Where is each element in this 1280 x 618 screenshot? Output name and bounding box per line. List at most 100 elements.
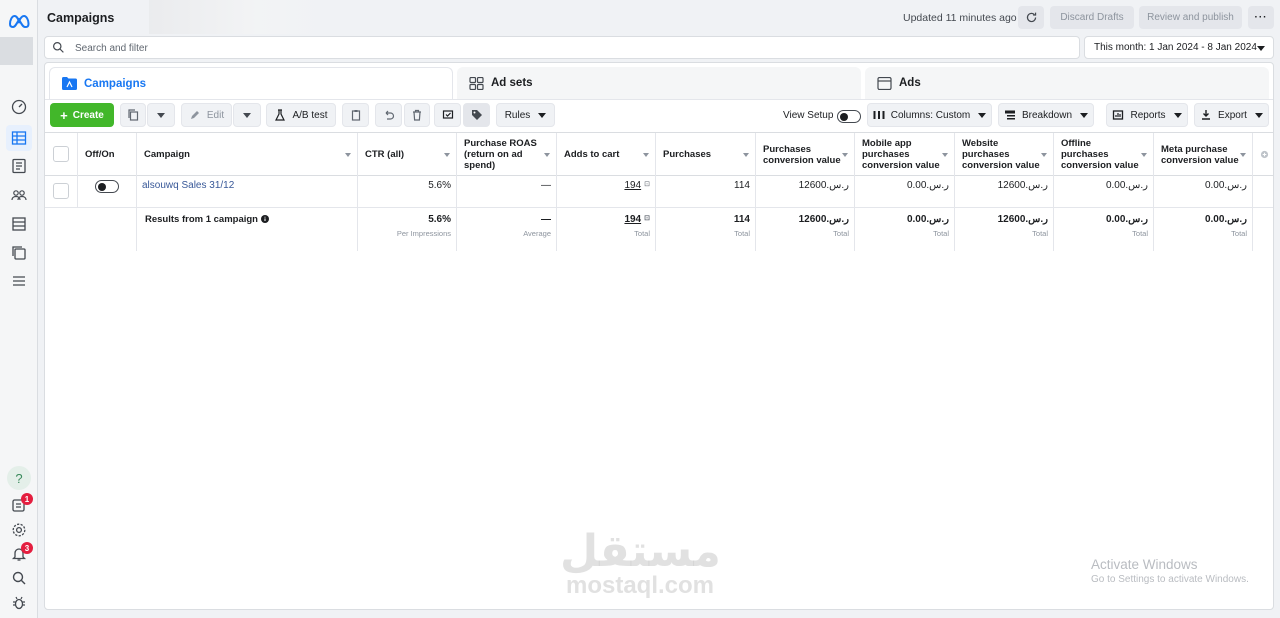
date-range-picker[interactable]: This month: 1 Jan 2024 - 8 Jan 2024 (1084, 36, 1274, 59)
tag-button[interactable] (463, 103, 490, 127)
plus-icon: + (60, 107, 68, 123)
duplicate-dropdown-button[interactable] (147, 103, 175, 127)
offline-conversion-value: ر.س.0.00 (1105, 180, 1148, 191)
chevron-down-icon (1254, 112, 1263, 118)
sort-chevron-icon[interactable] (544, 153, 550, 157)
media-library-icon[interactable] (9, 243, 29, 263)
mobile-conversion-value: ر.س.0.00 (906, 180, 949, 191)
summary-label: Results from 1 campaign (145, 214, 258, 225)
chevron-down-icon (1080, 112, 1089, 118)
attribution-info-icon[interactable]: ⊡ (644, 181, 650, 188)
search-filter-bar[interactable] (44, 36, 1080, 59)
col-offline-value[interactable]: Offline purchases conversion value (1054, 133, 1154, 176)
tab-ads[interactable]: Ads (865, 67, 1269, 99)
sort-chevron-icon[interactable] (643, 153, 649, 157)
purchases-value: 114 (734, 180, 750, 191)
sort-chevron-icon[interactable] (1141, 153, 1147, 157)
account-selector[interactable] (0, 37, 33, 65)
refresh-button[interactable] (1018, 6, 1044, 29)
toolbar: + Create Edit A/B test Rules View Setup … (45, 99, 1273, 133)
clipboard-button[interactable] (342, 103, 369, 127)
sort-chevron-icon[interactable] (942, 153, 948, 157)
col-mobile-app-value[interactable]: Mobile app purchases conversion value (855, 133, 955, 176)
tab-campaigns[interactable]: Campaigns (49, 67, 453, 99)
overview-icon[interactable] (9, 97, 29, 117)
create-label: Create (72, 109, 104, 121)
add-column-icon[interactable] (1260, 150, 1269, 159)
sort-chevron-icon[interactable] (743, 153, 749, 157)
website-conversion-value: ر.س.12600 (997, 180, 1048, 191)
search-icon (53, 42, 64, 53)
delete-button[interactable] (404, 103, 430, 127)
col-campaign[interactable]: Campaign (137, 133, 358, 176)
sort-chevron-icon[interactable] (842, 153, 848, 157)
search-input[interactable] (75, 40, 1035, 56)
review-publish-button[interactable]: Review and publish (1139, 6, 1242, 29)
rules-label: Rules (504, 109, 531, 121)
reports-dropdown[interactable]: Reports (1106, 103, 1188, 127)
billing-icon[interactable] (9, 214, 29, 234)
breakdown-dropdown[interactable]: Breakdown (998, 103, 1094, 127)
duplicate-button[interactable] (120, 103, 146, 127)
summary-roas: — (541, 214, 551, 225)
col-purchases-value[interactable]: Purchases conversion value (756, 133, 855, 176)
ab-test-button[interactable]: A/B test (266, 103, 336, 127)
sort-chevron-icon[interactable] (1041, 153, 1047, 157)
download-icon (1202, 110, 1211, 120)
table-row[interactable]: alsouwq Sales 31/12 5.6% — 194 ⊡ 114 ر.س.… (45, 176, 1273, 208)
edit-label: Edit (206, 109, 225, 121)
audiences-icon[interactable] (9, 185, 29, 205)
undo-button[interactable] (375, 103, 402, 127)
sort-chevron-icon[interactable] (1240, 153, 1246, 157)
col-purchases[interactable]: Purchases (656, 133, 756, 176)
campaign-name-link[interactable]: alsouwq Sales 31/12 (142, 180, 234, 191)
columns-dropdown[interactable]: Columns: Custom (867, 103, 992, 127)
create-button[interactable]: + Create (50, 103, 114, 127)
col-meta-value[interactable]: Meta purchase conversion value (1154, 133, 1253, 176)
summary-adds-to-cart[interactable]: 194 (624, 214, 641, 225)
edit-button[interactable]: Edit (181, 103, 232, 127)
export-label: Export (1218, 109, 1247, 121)
campaigns-table-icon[interactable] (6, 125, 32, 151)
more-options-button[interactable]: ··· (1248, 6, 1274, 29)
notifications-badge: 3 (21, 542, 33, 554)
tab-ad-sets[interactable]: Ad sets (457, 67, 861, 99)
sort-chevron-icon[interactable] (444, 153, 450, 157)
settings-gear-icon[interactable] (9, 520, 29, 540)
summary-ctr: 5.6% (428, 214, 451, 225)
col-ctr[interactable]: CTR (all) (358, 133, 457, 176)
rules-dropdown[interactable]: Rules (496, 103, 555, 127)
help-icon[interactable]: ? (7, 466, 31, 490)
select-all-checkbox[interactable] (53, 146, 69, 162)
search-rail-icon[interactable] (9, 568, 29, 588)
reports-icon (1113, 110, 1124, 120)
view-setup-toggle[interactable] (837, 110, 861, 123)
report-bug-icon[interactable] (9, 593, 29, 613)
page-title: Campaigns (47, 11, 115, 25)
sort-chevron-icon[interactable] (345, 153, 351, 157)
col-off-on[interactable]: Off/On (78, 133, 137, 176)
summary-meta-value: ر.س.0.00 (1204, 214, 1247, 225)
col-adds-to-cart[interactable]: Adds to cart (557, 133, 656, 176)
summary-purchases-value: ر.س.12600 (798, 214, 849, 225)
catalog-icon[interactable] (9, 156, 29, 176)
all-tools-menu-icon[interactable] (9, 271, 29, 291)
attribution-info-icon[interactable]: ⊡ (644, 215, 650, 222)
chevron-down-icon (538, 112, 547, 118)
preview-button[interactable] (434, 103, 461, 127)
discard-drafts-button[interactable]: Discard Drafts (1050, 6, 1134, 29)
col-purchase-roas[interactable]: Purchase ROAS (return on ad spend) (457, 133, 557, 176)
select-all-cell (45, 133, 78, 176)
row-checkbox[interactable] (53, 183, 69, 199)
info-icon[interactable] (260, 215, 269, 223)
tab-label: Campaigns (84, 77, 146, 90)
summary-website-value: ر.س.12600 (997, 214, 1048, 225)
col-website-value[interactable]: Website purchases conversion value (955, 133, 1054, 176)
breakdown-label: Breakdown (1021, 109, 1073, 121)
edit-dropdown-button[interactable] (233, 103, 261, 127)
export-dropdown[interactable]: Export (1194, 103, 1269, 127)
meta-logo-icon[interactable] (7, 10, 31, 30)
adds-to-cart-value[interactable]: 194 (624, 180, 641, 191)
campaign-on-off-toggle[interactable] (95, 180, 119, 193)
summary-offline-value: ر.س.0.00 (1105, 214, 1148, 225)
